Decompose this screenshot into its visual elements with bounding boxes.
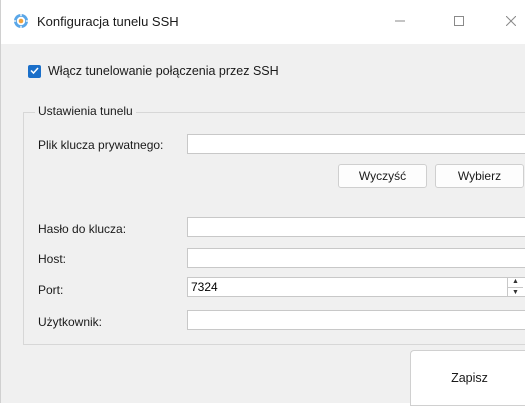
maximize-button[interactable] xyxy=(436,0,482,44)
port-input[interactable] xyxy=(187,277,525,297)
private-key-label: Plik klucza prywatnego: xyxy=(38,138,164,152)
user-input[interactable] xyxy=(187,310,525,330)
checkmark-icon xyxy=(30,64,39,78)
title-bar: Konfiguracja tunelu SSH xyxy=(1,0,525,44)
ssh-tunnel-dialog: Konfiguracja tunelu SSH Włącz tunelowani… xyxy=(0,0,525,406)
host-input[interactable] xyxy=(187,248,525,268)
minimize-icon xyxy=(395,15,405,29)
port-spinner[interactable]: ▲ ▼ xyxy=(507,277,523,297)
key-password-input[interactable] xyxy=(187,217,525,237)
enable-tunnel-label: Włącz tunelowanie połączenia przez SSH xyxy=(48,64,279,78)
window-title: Konfiguracja tunelu SSH xyxy=(37,14,179,29)
port-label: Port: xyxy=(38,283,64,297)
key-password-label: Hasło do klucza: xyxy=(38,222,127,236)
clear-button[interactable]: Wyczyść xyxy=(338,164,427,188)
spin-down-icon[interactable]: ▼ xyxy=(508,286,523,298)
host-label: Host: xyxy=(38,252,67,266)
enable-tunnel-checkbox[interactable] xyxy=(28,64,41,78)
user-label: Użytkownik: xyxy=(38,315,103,329)
spin-up-icon[interactable]: ▲ xyxy=(508,277,523,287)
save-button[interactable]: Zapisz xyxy=(410,350,525,406)
ssh-gear-icon xyxy=(13,13,29,29)
close-button[interactable] xyxy=(488,0,525,44)
tunnel-settings-title: Ustawienia tunelu xyxy=(35,104,136,118)
enable-tunnel-row[interactable]: Włącz tunelowanie połączenia przez SSH xyxy=(28,64,279,78)
close-icon xyxy=(505,15,517,29)
minimize-button[interactable] xyxy=(377,0,423,44)
private-key-input[interactable] xyxy=(187,134,525,154)
maximize-icon xyxy=(454,15,464,29)
browse-button[interactable]: Wybierz xyxy=(435,164,524,188)
